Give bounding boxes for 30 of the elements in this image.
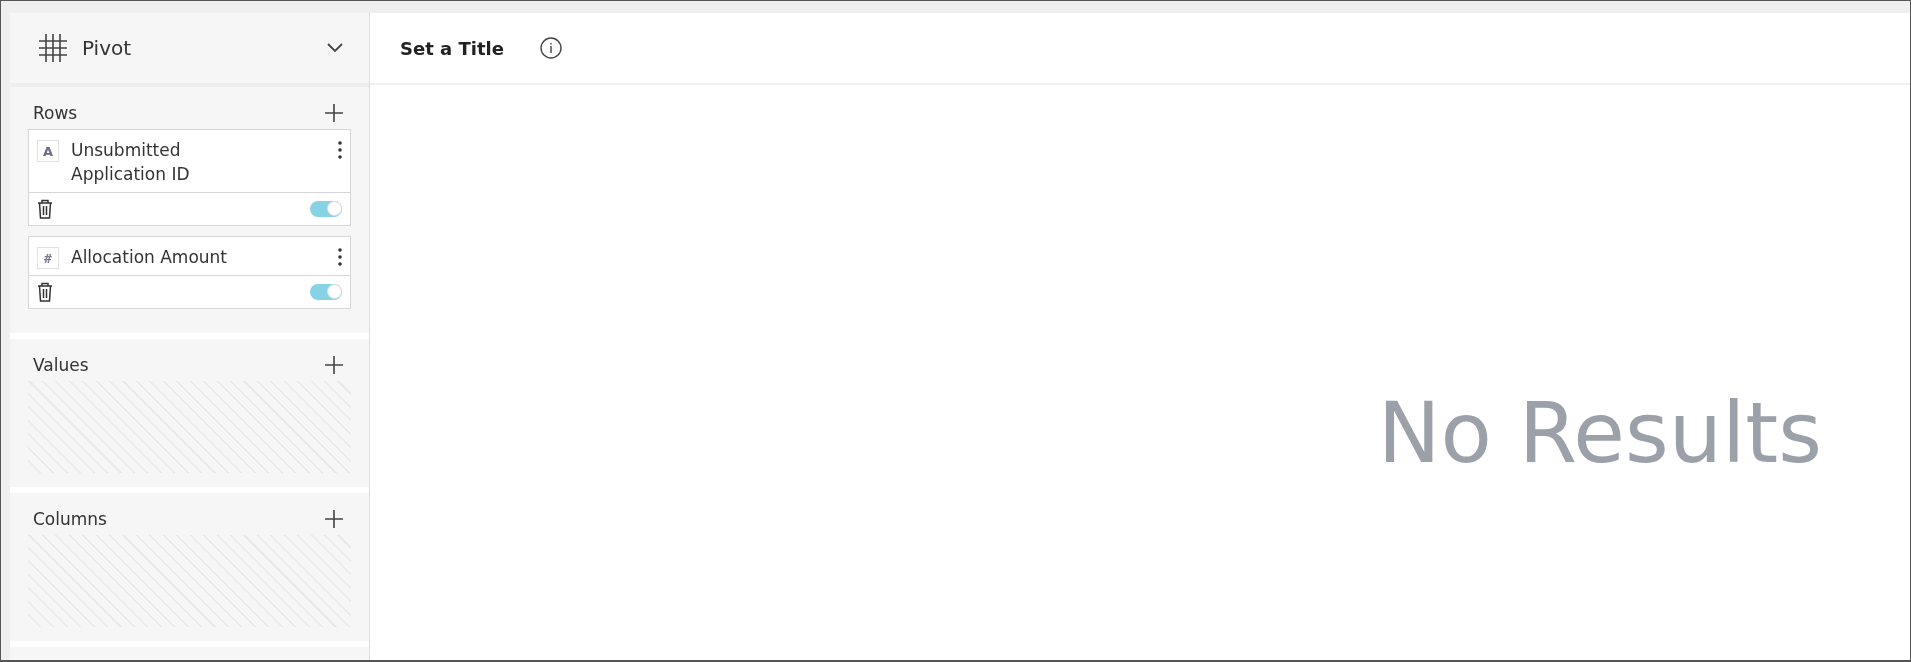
empty-message: No Results (1377, 383, 1822, 482)
delete-button[interactable] (37, 199, 53, 219)
info-icon (539, 37, 562, 59)
more-icon (338, 248, 342, 266)
add-button[interactable] (325, 356, 343, 374)
add-button[interactable] (325, 510, 343, 528)
chart-title[interactable]: Set a Title (400, 37, 504, 59)
more-icon (338, 141, 342, 159)
add-icon (325, 356, 343, 374)
view-label: Pivot (82, 36, 133, 60)
grid-icon (38, 33, 68, 63)
field-label: Allocation Amount (71, 246, 228, 269)
add-icon (325, 510, 343, 528)
section-title: Values (33, 355, 89, 375)
more-button[interactable] (338, 141, 342, 159)
dropdown-button[interactable] (327, 43, 343, 53)
chevron-down-icon (327, 43, 343, 53)
number-type-icon: # (37, 247, 59, 269)
add-button[interactable] (325, 104, 343, 122)
more-button[interactable] (338, 248, 342, 266)
toggle-switch[interactable] (310, 284, 342, 300)
field-label: Unsubmitted Application ID (71, 139, 191, 186)
section-title: Rows (33, 103, 78, 123)
delete-button[interactable] (37, 282, 53, 302)
text-type-icon: A (37, 140, 59, 162)
section-title: Columns (33, 509, 107, 529)
trash-icon (37, 199, 53, 219)
trash-icon (37, 282, 53, 302)
add-icon (325, 104, 343, 122)
toggle-switch[interactable] (310, 201, 342, 217)
